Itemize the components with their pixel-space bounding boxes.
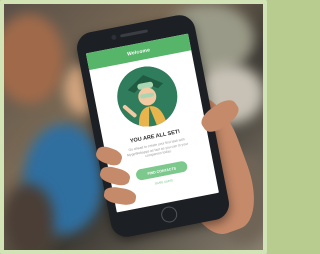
front-camera <box>110 34 117 41</box>
earpiece-speaker <box>119 29 149 38</box>
bokeh-blob <box>4 14 64 104</box>
header-title: Welcome <box>126 46 151 58</box>
home-button[interactable] <box>159 205 179 224</box>
app-screen: Welcome YOU ARE ALL SET! Go ahead to cre… <box>85 33 219 213</box>
character-illustration-icon <box>117 66 178 129</box>
bokeh-blob <box>4 184 54 250</box>
welcome-illustration <box>112 61 183 132</box>
app-header: Welcome <box>85 33 192 71</box>
photo-scene: Welcome YOU ARE ALL SET! Go ahead to cre… <box>0 0 267 254</box>
